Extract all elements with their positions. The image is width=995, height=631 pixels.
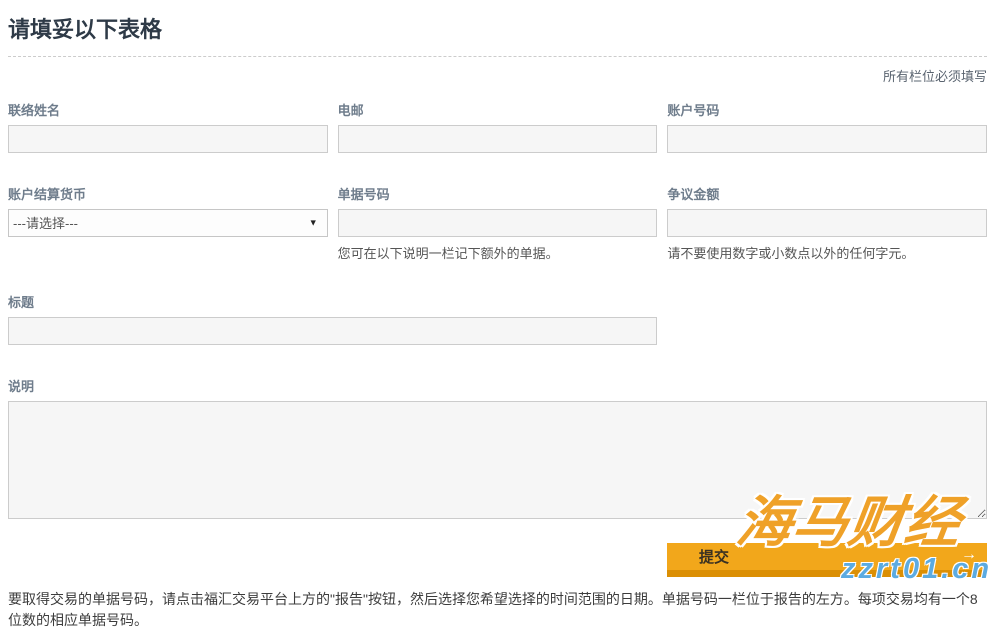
contact-name-label: 联络姓名 — [8, 100, 328, 119]
form-row-2: 账户结算货币 ---请选择--- ▼ 单据号码 您可在以下说明一栏记下额外的单据… — [8, 184, 987, 262]
ticket-number-label: 单据号码 — [338, 184, 658, 203]
dispute-amount-label: 争议金额 — [667, 184, 987, 203]
ticket-number-input[interactable] — [338, 209, 658, 237]
required-fields-note: 所有栏位必须填写 — [8, 66, 987, 85]
dispute-amount-helper: 请不要使用数字或小数点以外的任何字元。 — [667, 243, 987, 262]
ticket-number-helper: 您可在以下说明一栏记下额外的单据。 — [338, 243, 658, 262]
description-field-group: 说明 — [8, 376, 987, 524]
account-number-input[interactable] — [667, 125, 987, 153]
submit-button-label: 提交 — [699, 549, 729, 566]
arrow-right-icon: → — [961, 546, 977, 564]
account-number-label: 账户号码 — [667, 100, 987, 119]
submit-button-row: 提交 → — [8, 543, 987, 577]
account-currency-field-group: 账户结算货币 ---请选择--- ▼ — [8, 184, 328, 262]
account-currency-select-wrap: ---请选择--- ▼ — [8, 209, 328, 237]
email-label: 电邮 — [338, 100, 658, 119]
submit-button[interactable]: 提交 → — [667, 543, 987, 577]
description-textarea[interactable] — [8, 401, 987, 519]
subject-input[interactable] — [8, 317, 657, 345]
page-title: 请填妥以下表格 — [8, 10, 987, 57]
form-row-4: 说明 — [8, 376, 987, 524]
subject-label: 标题 — [8, 292, 657, 311]
subject-field-group: 标题 — [8, 292, 657, 345]
ticket-number-field-group: 单据号码 您可在以下说明一栏记下额外的单据。 — [338, 184, 658, 262]
form-row-1: 联络姓名 电邮 账户号码 — [8, 100, 987, 153]
dispute-amount-input[interactable] — [667, 209, 987, 237]
dispute-amount-field-group: 争议金额 请不要使用数字或小数点以外的任何字元。 — [667, 184, 987, 262]
form-page: 请填妥以下表格 所有栏位必须填写 联络姓名 电邮 账户号码 账户结算货币 — [0, 0, 995, 631]
footer-instructions: 要取得交易的单据号码，请点击福汇交易平台上方的"报告"按钮，然后选择您希望选择的… — [8, 589, 987, 631]
contact-name-field-group: 联络姓名 — [8, 100, 328, 153]
account-number-field-group: 账户号码 — [667, 100, 987, 153]
form-row-3: 标题 — [8, 292, 987, 345]
account-currency-label: 账户结算货币 — [8, 184, 328, 203]
contact-name-input[interactable] — [8, 125, 328, 153]
email-input[interactable] — [338, 125, 658, 153]
contact-form: 联络姓名 电邮 账户号码 账户结算货币 ---请选择--- ▼ — [8, 100, 987, 577]
description-label: 说明 — [8, 376, 987, 395]
account-currency-select[interactable]: ---请选择--- — [8, 209, 328, 237]
email-field-group: 电邮 — [338, 100, 658, 153]
